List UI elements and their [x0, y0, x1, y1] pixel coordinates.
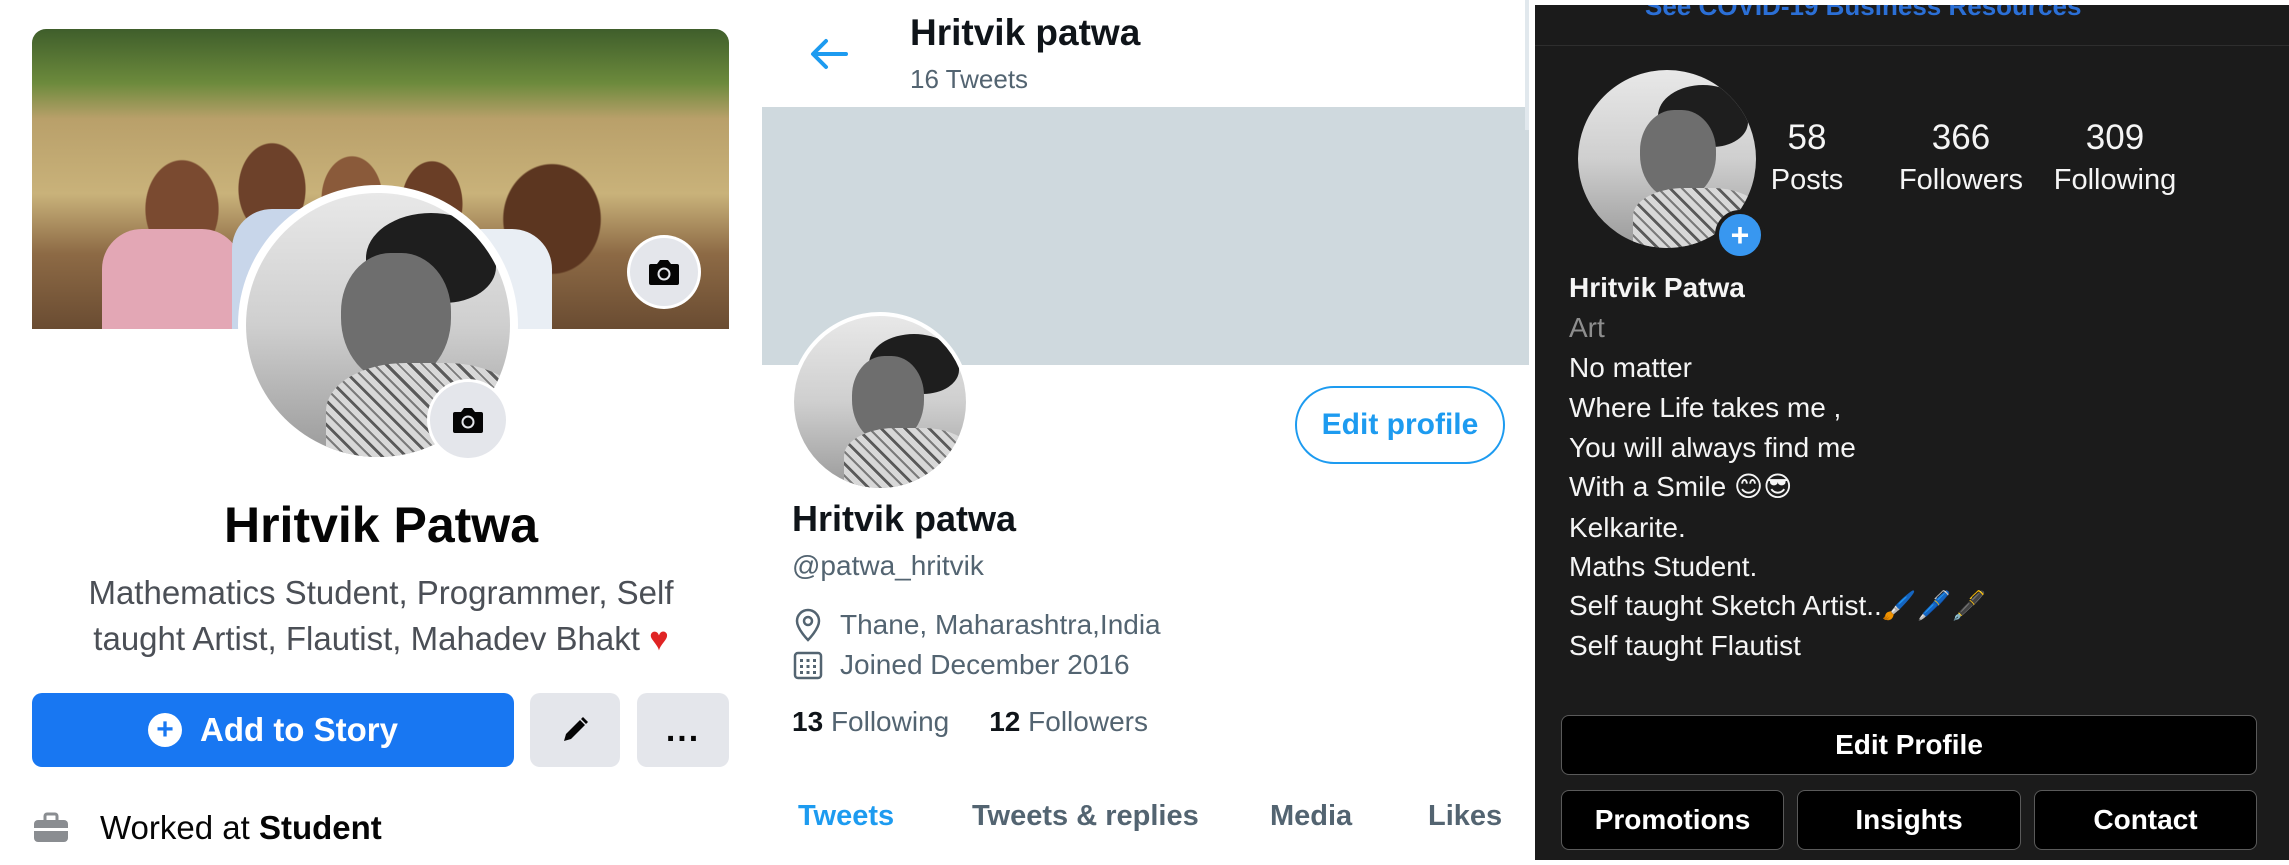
avatar [794, 316, 966, 488]
contact-button[interactable]: Contact [2034, 790, 2257, 850]
bio-line: Where Life takes me , [1569, 392, 1842, 423]
bio-line: No matter [1569, 352, 1692, 383]
camera-icon [453, 408, 483, 433]
edit-profile-button[interactable] [530, 693, 620, 767]
bio-line: Self taught Sketch Artist..🖌️🖊️🖋️ [1569, 590, 1987, 621]
user-handle: @patwa_hritvik [792, 550, 984, 581]
plus-circle-icon: + [148, 713, 182, 747]
following-count: 13 [792, 706, 824, 737]
camera-icon [649, 260, 679, 285]
add-to-story-label: Add to Story [200, 711, 398, 748]
edit-profile-button[interactable]: Edit profile [1295, 386, 1505, 464]
add-to-story-button[interactable]: + Add to Story [32, 693, 514, 767]
tab-likes[interactable]: Likes [1428, 800, 1502, 833]
more-options-button[interactable]: ... [637, 693, 729, 767]
display-name: Hritvik patwa [792, 498, 1017, 539]
joined-text: Joined December 2016 [840, 649, 1130, 680]
followers-link[interactable]: 12 Followers [989, 706, 1148, 738]
follow-stats: 13 Following 12 Followers [792, 706, 1148, 738]
followers-count: 366 [1931, 118, 1991, 157]
tab-media[interactable]: Media [1270, 800, 1352, 833]
cover-person [102, 229, 242, 329]
following-stat[interactable]: 309 Following [2040, 118, 2190, 197]
followers-label: Followers [1028, 706, 1148, 737]
twitter-profile-panel: Hritvik patwa 16 Tweets Edit profile Hri… [762, 0, 1529, 865]
insights-button[interactable]: Insights [1797, 790, 2021, 850]
pencil-icon [564, 717, 588, 741]
profile-bio: Mathematics Student, Programmer, Self ta… [50, 570, 712, 662]
bio-line: Self taught Flautist [1569, 630, 1801, 661]
heart-emoji-icon: ♥ [649, 620, 669, 657]
add-story-plus-icon[interactable]: + [1715, 210, 1765, 260]
bio-line: You will always find me [1569, 432, 1856, 463]
posts-label: Posts [1770, 164, 1844, 196]
tweet-count: 16 Tweets [910, 64, 1029, 94]
instagram-profile-panel: See COVID-19 Business Resources + 58 Pos… [1529, 0, 2289, 865]
calendar-icon [793, 651, 823, 680]
following-link[interactable]: 13 Following [792, 706, 949, 738]
arrow-left-icon [811, 39, 848, 69]
followers-stat[interactable]: 366 Followers [1886, 118, 2036, 197]
work-text: Worked at Student [100, 809, 382, 847]
promotions-button[interactable]: Promotions [1561, 790, 1784, 850]
covid-resources-link[interactable]: See COVID-19 Business Resources [1645, 5, 2081, 22]
tab-tweets-and-replies[interactable]: Tweets & replies [972, 800, 1199, 833]
followers-label: Followers [1898, 164, 2024, 196]
bio-line: With a Smile 😊😎 [1569, 471, 1793, 502]
edit-profile-picture-camera-button[interactable] [430, 382, 506, 458]
joined-row: Joined December 2016 [792, 646, 1130, 684]
work-place: Student [258, 809, 382, 846]
briefcase-icon [34, 812, 68, 842]
top-banner[interactable]: See COVID-19 Business Resources [1535, 5, 2289, 46]
posts-count: 58 [1787, 118, 1827, 157]
tab-tweets[interactable]: Tweets [798, 800, 894, 833]
work-prefix: Worked at [100, 809, 250, 846]
bio-line: Maths Student. [1569, 551, 1758, 582]
profile-tabs: Tweets Tweets & replies Media Likes [762, 800, 1529, 850]
location-row: Thane, Maharashtra,India [792, 606, 1161, 644]
profile-name: Hritvik Patwa [1569, 272, 1745, 303]
profile-category: Art [1569, 312, 1605, 343]
following-count: 309 [2085, 118, 2145, 157]
posts-stat[interactable]: 58 Posts [1732, 118, 1882, 197]
location-text: Thane, Maharashtra,India [840, 609, 1161, 640]
header-name: Hritvik patwa [910, 12, 1141, 53]
edit-profile-button[interactable]: Edit Profile [1561, 715, 2257, 775]
profile-picture[interactable] [794, 316, 966, 488]
edit-cover-camera-button[interactable] [630, 238, 698, 306]
work-info-row: Worked at Student [32, 806, 382, 850]
profile-name: Hritvik Patwa [223, 497, 538, 553]
bio-line: Kelkarite. [1569, 512, 1686, 543]
location-pin-icon [795, 608, 821, 642]
bio-text: Mathematics Student, Programmer, Self ta… [88, 574, 674, 657]
facebook-profile-panel: Hritvik Patwa Mathematics Student, Progr… [0, 0, 762, 865]
followers-count: 12 [989, 706, 1021, 737]
back-button[interactable] [802, 28, 854, 80]
following-label: Following [830, 706, 950, 737]
following-label: Following [2053, 164, 2177, 196]
